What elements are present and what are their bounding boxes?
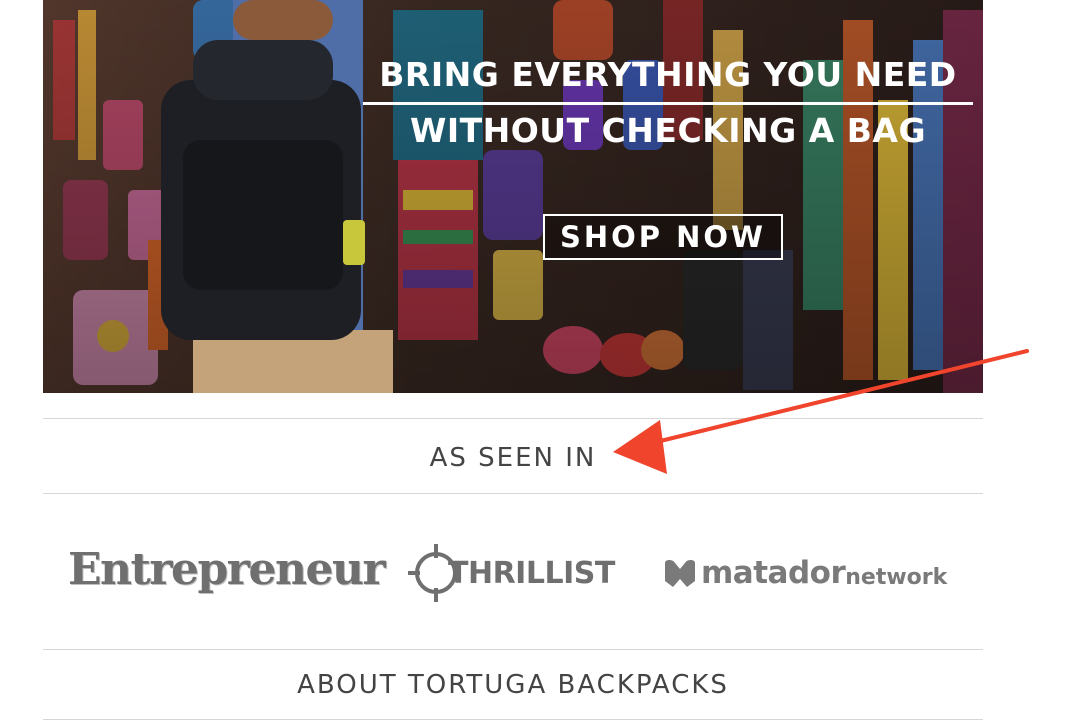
thrillist-wordmark: THRILLIST [448, 555, 615, 591]
hero-headline-line-1: BRING EVERYTHING YOU NEED [363, 52, 973, 105]
network-wordmark: network [845, 564, 948, 590]
matador-heart-icon [665, 560, 695, 587]
hero-headline: BRING EVERYTHING YOU NEED WITHOUT CHECKI… [363, 52, 973, 157]
entrepreneur-logo[interactable]: Entrepreneur [68, 538, 386, 600]
divider-top [43, 418, 983, 419]
about-heading[interactable]: ABOUT TORTUGA BACKPACKS [43, 667, 983, 703]
hero-banner[interactable]: BRING EVERYTHING YOU NEED WITHOUT CHECKI… [43, 0, 983, 393]
divider-bottom [43, 649, 983, 650]
matador-wordmark: matador [701, 555, 846, 591]
thrillist-logo[interactable]: THRILLIST [408, 544, 615, 602]
person-figure [161, 0, 393, 393]
matador-network-logo[interactable]: matador network [663, 550, 947, 596]
entrepreneur-wordmark: Entrepreneur [68, 543, 386, 595]
divider-footer [43, 719, 983, 720]
as-seen-in-heading: AS SEEN IN [429, 443, 597, 473]
shop-now-button[interactable]: SHOP NOW [543, 214, 783, 260]
hero-headline-line-2: WITHOUT CHECKING A BAG [409, 111, 927, 150]
page: BRING EVERYTHING YOU NEED WITHOUT CHECKI… [0, 0, 1077, 725]
divider-middle [43, 493, 983, 494]
